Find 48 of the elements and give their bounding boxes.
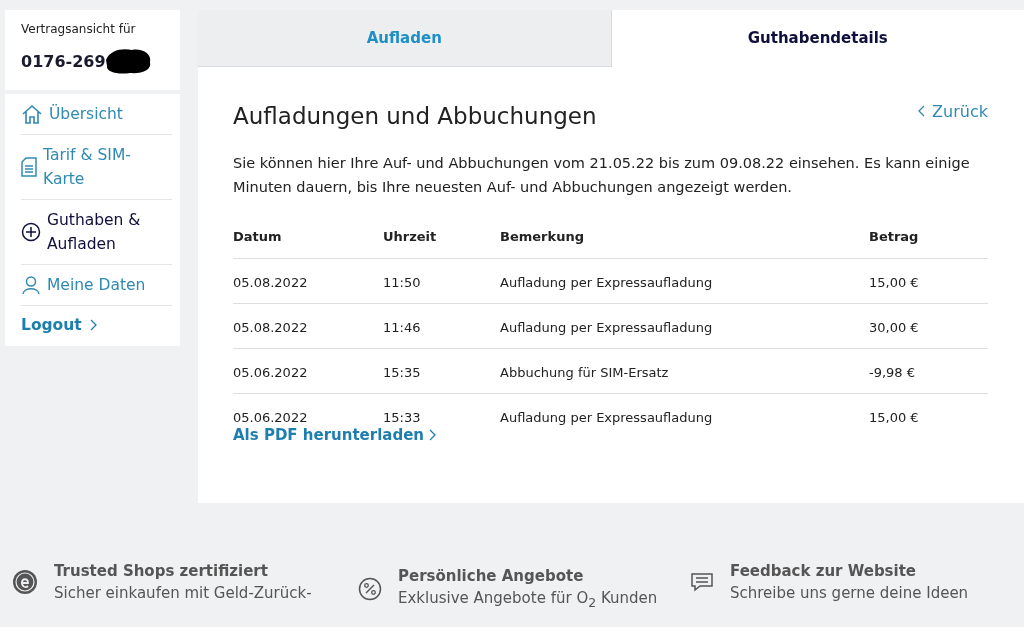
column-header: Datum [233, 229, 383, 259]
sidebar-item[interactable]: Übersicht [21, 94, 172, 135]
person-icon [21, 275, 41, 295]
table-cell: Aufladung per Expressaufladung [500, 393, 869, 425]
footer-title: Feedback zur Website [730, 561, 918, 580]
chat-icon [690, 571, 714, 592]
sidebar-item[interactable]: Meine Daten [21, 265, 172, 306]
table-cell: 15,00 € [869, 393, 988, 425]
table-cell: 15:35 [383, 348, 500, 394]
chevron-left-icon [918, 105, 927, 117]
sidebar-item[interactable]: Guthaben & Aufladen [21, 200, 172, 265]
percent-icon [358, 576, 382, 601]
logout-link[interactable]: Logout [21, 306, 172, 342]
chevron-right-icon [428, 429, 436, 441]
footer-title: Persönliche Angebote [398, 567, 585, 585]
footer-text: Sicher einkaufen mit Geld-Zurück- [54, 583, 312, 602]
column-header: Bemerkung [500, 229, 869, 259]
table-cell: 05.08.2022 [233, 258, 383, 304]
column-header: Uhrzeit [383, 229, 500, 259]
table-cell: Abbuchung für SIM-Ersatz [500, 348, 869, 394]
pdf-download-link[interactable]: Als PDF herunterladen [233, 426, 436, 444]
page-heading: Aufladungen und Abbuchungen [233, 103, 597, 129]
table-cell: 11:50 [383, 258, 500, 304]
table-cell: 05.06.2022 [233, 393, 383, 425]
table-cell: Aufladung per Expressaufladung [500, 303, 869, 349]
description-text: Sie können hier Ihre Auf- und Abbuchungen vom 21.05.22 bis zum 09.08.22 einsehen. Es kann einige Minuten dauern, bis Ihre neuesten Auf- und Abbuchungen angezeigt werden. [233, 154, 971, 197]
back-link[interactable]: Zurück [918, 101, 988, 121]
account-label: Vertragsansicht für [21, 22, 137, 36]
table-cell: 30,00 € [869, 303, 988, 349]
column-header: Betrag [869, 229, 988, 259]
home-icon [21, 103, 43, 125]
table-cell: 15:33 [383, 393, 500, 425]
table-cell: 05.08.2022 [233, 303, 383, 349]
table-cell: Aufladung per Expressaufladung [500, 258, 869, 304]
sidebar-item[interactable]: Tarif & SIM-Karte [21, 135, 172, 200]
table-cell: -9,98 € [869, 348, 988, 394]
table-cell: 05.06.2022 [233, 348, 383, 394]
chevron-right-icon [88, 319, 97, 331]
table-cell: 11:46 [383, 303, 500, 349]
footer-text: Schreibe uns gerne deine Ideen [730, 583, 969, 602]
table-cell: 15,00 € [869, 258, 988, 304]
phone-number: 0176-269 [21, 51, 106, 71]
document-icon [21, 157, 37, 177]
tab[interactable]: Aufladen [198, 10, 612, 67]
seal-icon [12, 568, 38, 595]
footer-title: Trusted Shops zertifiziert [54, 561, 269, 580]
footer-text: Exklusive Angebote für O$_{2}$ Kunden [398, 589, 658, 610]
plus-circle-icon [21, 222, 41, 242]
